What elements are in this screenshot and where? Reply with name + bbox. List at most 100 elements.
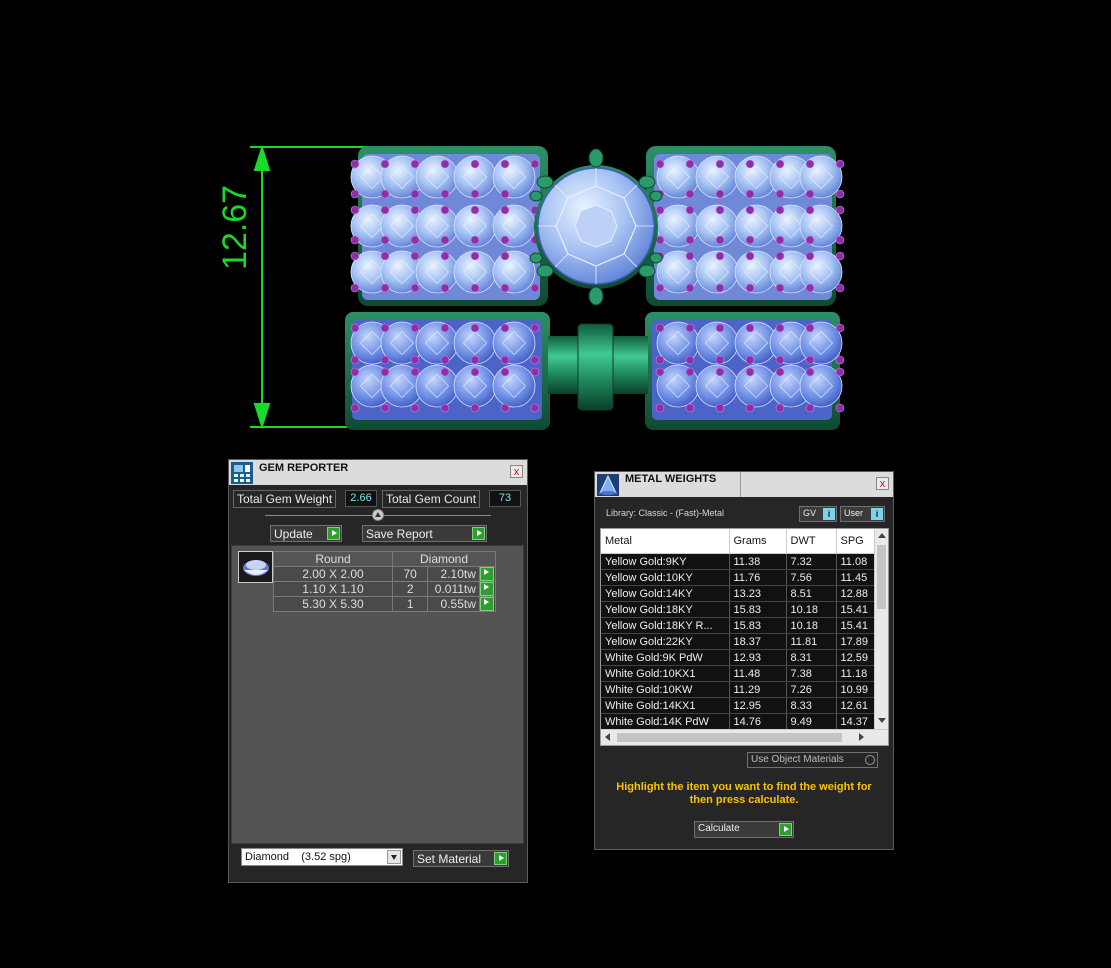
scroll-thumb[interactable]	[877, 545, 886, 609]
prong-bead	[835, 403, 845, 413]
ring-viewport[interactable]	[0, 0, 1111, 450]
pave-gem	[415, 155, 459, 199]
grams-cell: 11.76	[729, 569, 787, 586]
prong-bead	[410, 251, 420, 261]
metal-weights-panel: METAL WEIGHTS x Library: Classic - (Fast…	[594, 471, 894, 850]
grams-cell: 15.83	[729, 601, 787, 618]
metal-table-row[interactable]: White Gold:14K PdW 14.76 9.49 14.37	[601, 713, 874, 729]
prong-bead	[835, 189, 845, 199]
metal-column-header[interactable]: Metal	[601, 529, 730, 554]
metal-table-row[interactable]: Yellow Gold:10KY 11.76 7.56 11.45	[601, 569, 874, 586]
gem-reporter-panel: GEM REPORTER x Total Gem Weight 2.66 Tot…	[228, 459, 528, 883]
vertical-scrollbar[interactable]	[874, 529, 888, 729]
prong-bead	[835, 205, 845, 215]
metal-table-row[interactable]: Yellow Gold:14KY 13.23 8.51 12.88	[601, 585, 874, 602]
prong-bead	[470, 355, 480, 365]
spg-cell: 11.18	[836, 665, 874, 682]
horizontal-scrollbar[interactable]	[601, 729, 888, 745]
total-gem-count-value: 73	[489, 490, 521, 507]
gem-reporter-titlebar[interactable]: GEM REPORTER x	[229, 460, 527, 485]
metal-table-row[interactable]: Yellow Gold:9KY 11.38 7.32 11.08	[601, 553, 874, 570]
metal-table-row[interactable]: White Gold:9K PdW 12.93 8.31 12.59	[601, 649, 874, 666]
spg-column-header[interactable]: SPG	[836, 529, 874, 554]
spg-cell: 17.89	[836, 633, 874, 650]
prong-bead	[655, 159, 665, 169]
gem-table-row[interactable]: 2.00 X 2.00 70 2.10tw	[273, 566, 497, 582]
dwt-cell: 9.49	[786, 713, 837, 729]
dwt-cell: 8.51	[786, 585, 837, 602]
prong-bead	[835, 235, 845, 245]
metal-name-cell: Yellow Gold:10KY	[601, 569, 730, 586]
metal-table-row[interactable]: Yellow Gold:22KY 18.37 11.81 17.89	[601, 633, 874, 650]
gem-row-action[interactable]	[478, 566, 497, 582]
prong-bead	[470, 235, 480, 245]
scroll-down-icon[interactable]	[878, 718, 886, 723]
set-material-button-label: Set Material	[417, 852, 482, 866]
metal-name-cell: Yellow Gold:14KY	[601, 585, 730, 602]
title-tab-separator	[740, 472, 741, 497]
scroll-left-icon[interactable]	[605, 733, 610, 741]
use-object-materials-toggle[interactable]: Use Object Materials	[747, 752, 878, 768]
pave-gem	[492, 250, 536, 294]
h-scroll-thumb[interactable]	[617, 733, 842, 742]
gem-table-row[interactable]: 5.30 X 5.30 1 0.55tw	[273, 596, 497, 612]
prong-bead	[410, 323, 420, 333]
scroll-up-icon[interactable]	[878, 533, 886, 538]
gem-thumbnail[interactable]	[238, 551, 273, 583]
play-icon	[479, 567, 494, 581]
prong-bead	[745, 355, 755, 365]
metal-name-cell: Yellow Gold:9KY	[601, 553, 730, 570]
prong-bead	[805, 251, 815, 261]
prong-bead	[350, 159, 360, 169]
grams-cell: 15.83	[729, 617, 787, 634]
metal-table-row[interactable]: White Gold:10KX1 11.48 7.38 11.18	[601, 665, 874, 682]
collapse-toggle[interactable]	[372, 509, 384, 521]
prong-bead	[440, 205, 450, 215]
material-select[interactable]: Diamond (3.52 spg)	[241, 848, 403, 866]
prong-bead	[410, 189, 420, 199]
dwt-column-header[interactable]: DWT	[786, 529, 837, 554]
gv-toggle[interactable]: GV i	[799, 506, 837, 522]
metal-weights-titlebar[interactable]: METAL WEIGHTS x	[595, 472, 893, 497]
metal-name-cell: Yellow Gold:18KY R...	[601, 617, 730, 634]
scroll-right-icon[interactable]	[859, 733, 864, 741]
metal-table-row[interactable]: Yellow Gold:18KY 15.83 10.18 15.41	[601, 601, 874, 618]
metal-table-row[interactable]: White Gold:10KW 11.29 7.26 10.99	[601, 681, 874, 698]
gem-row-action[interactable]	[478, 581, 497, 597]
dwt-cell: 7.32	[786, 553, 837, 570]
round-gem-icon	[243, 560, 269, 576]
prong-bead	[350, 251, 360, 261]
update-button-label: Update	[274, 527, 313, 541]
dwt-cell: 7.56	[786, 569, 837, 586]
save-report-button[interactable]: Save Report	[362, 525, 487, 542]
prong-bead	[745, 235, 755, 245]
pave-gem	[415, 250, 459, 294]
metal-table-row[interactable]: Yellow Gold:18KY R... 15.83 10.18 15.41	[601, 617, 874, 634]
gem-report-icon	[231, 462, 253, 484]
prong-bead	[500, 189, 510, 199]
user-toggle[interactable]: User i	[840, 506, 885, 522]
gem-reporter-close-button[interactable]: x	[510, 465, 523, 478]
gem-type-header: Diamond	[392, 551, 496, 567]
dropdown-arrow-icon	[387, 850, 401, 864]
gem-row-action[interactable]	[478, 596, 497, 612]
prong-bead	[440, 355, 450, 365]
grams-column-header[interactable]: Grams	[729, 529, 787, 554]
prong-bead	[380, 355, 390, 365]
dwt-cell: 7.38	[786, 665, 837, 682]
prong-bead	[745, 283, 755, 293]
prong-bead	[470, 159, 480, 169]
gem-table-row[interactable]: 1.10 X 1.10 2 0.011tw	[273, 581, 497, 597]
prong-bead	[805, 189, 815, 199]
set-material-button[interactable]: Set Material	[413, 850, 509, 867]
metal-weights-close-button[interactable]: x	[876, 477, 889, 490]
gem-weight: 0.011tw	[427, 581, 480, 597]
prong-bead	[835, 283, 845, 293]
prong-bead	[500, 355, 510, 365]
user-label: User	[844, 508, 864, 518]
prong-bead	[530, 367, 540, 377]
metal-table-row[interactable]: White Gold:14KX1 12.95 8.33 12.61	[601, 697, 874, 714]
update-button[interactable]: Update	[270, 525, 342, 542]
pave-gem	[415, 204, 459, 248]
calculate-button[interactable]: Calculate	[694, 821, 794, 838]
